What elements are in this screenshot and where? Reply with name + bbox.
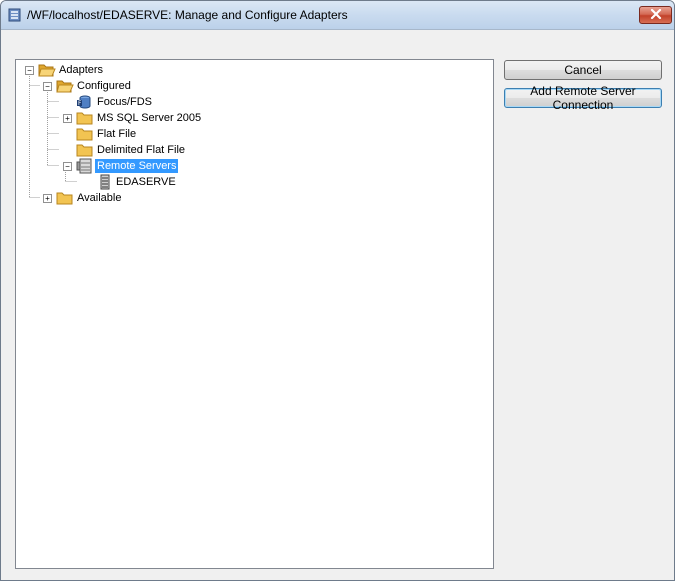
cancel-button[interactable]: Cancel <box>504 60 662 80</box>
collapse-toggle[interactable]: − <box>43 82 52 91</box>
tree-node-ms-sql-server[interactable]: + MS SQL Server 2005 <box>59 110 209 126</box>
tree-label: MS SQL Server 2005 <box>97 112 202 124</box>
collapse-toggle[interactable]: − <box>25 66 34 75</box>
tree-label: Configured <box>77 80 131 92</box>
dialog-body: − Adapters − Configured F Focus/FDS + MS… <box>1 30 674 580</box>
add-remote-server-connection-button[interactable]: Add Remote Server Connection <box>504 84 662 112</box>
tree-label: EDASERVE <box>116 176 176 188</box>
close-button[interactable] <box>639 6 672 24</box>
close-icon <box>650 8 662 22</box>
collapse-toggle[interactable]: − <box>63 162 72 171</box>
svg-text:F: F <box>78 100 82 107</box>
tree-node-remote-servers[interactable]: − Remote Servers <box>59 158 209 174</box>
window-title: /WF/localhost/EDASERVE: Manage and Confi… <box>27 8 348 22</box>
tree-node-configured[interactable]: − Configured <box>39 78 159 94</box>
tree-node-flat-file[interactable]: Flat File <box>59 126 179 142</box>
tree-node-delimited-flat-file[interactable]: Delimited Flat File <box>59 142 209 158</box>
manage-adapters-dialog: /WF/localhost/EDASERVE: Manage and Confi… <box>0 0 675 581</box>
title-bar[interactable]: /WF/localhost/EDASERVE: Manage and Confi… <box>1 1 674 30</box>
tree-label: Delimited Flat File <box>97 144 186 156</box>
tree-node-available[interactable]: + Available <box>39 190 159 206</box>
tree-node-focus-fds[interactable]: F Focus/FDS <box>59 94 179 110</box>
expand-toggle[interactable]: + <box>43 194 52 203</box>
tree-label: Adapters <box>59 64 104 76</box>
adapter-tree[interactable]: − Adapters − Configured F Focus/FDS + MS… <box>15 59 494 569</box>
tree-label: Focus/FDS <box>97 96 153 108</box>
folder-icon <box>56 190 74 209</box>
tree-label: Available <box>77 192 122 204</box>
expand-toggle[interactable]: + <box>63 114 72 123</box>
tree-label: Remote Servers <box>95 159 179 173</box>
tree-node-edaserve[interactable]: EDASERVE <box>77 174 197 190</box>
tree-label: Flat File <box>97 128 137 140</box>
server-window-icon <box>8 8 21 22</box>
tree-node-adapters[interactable]: − Adapters <box>21 62 141 78</box>
